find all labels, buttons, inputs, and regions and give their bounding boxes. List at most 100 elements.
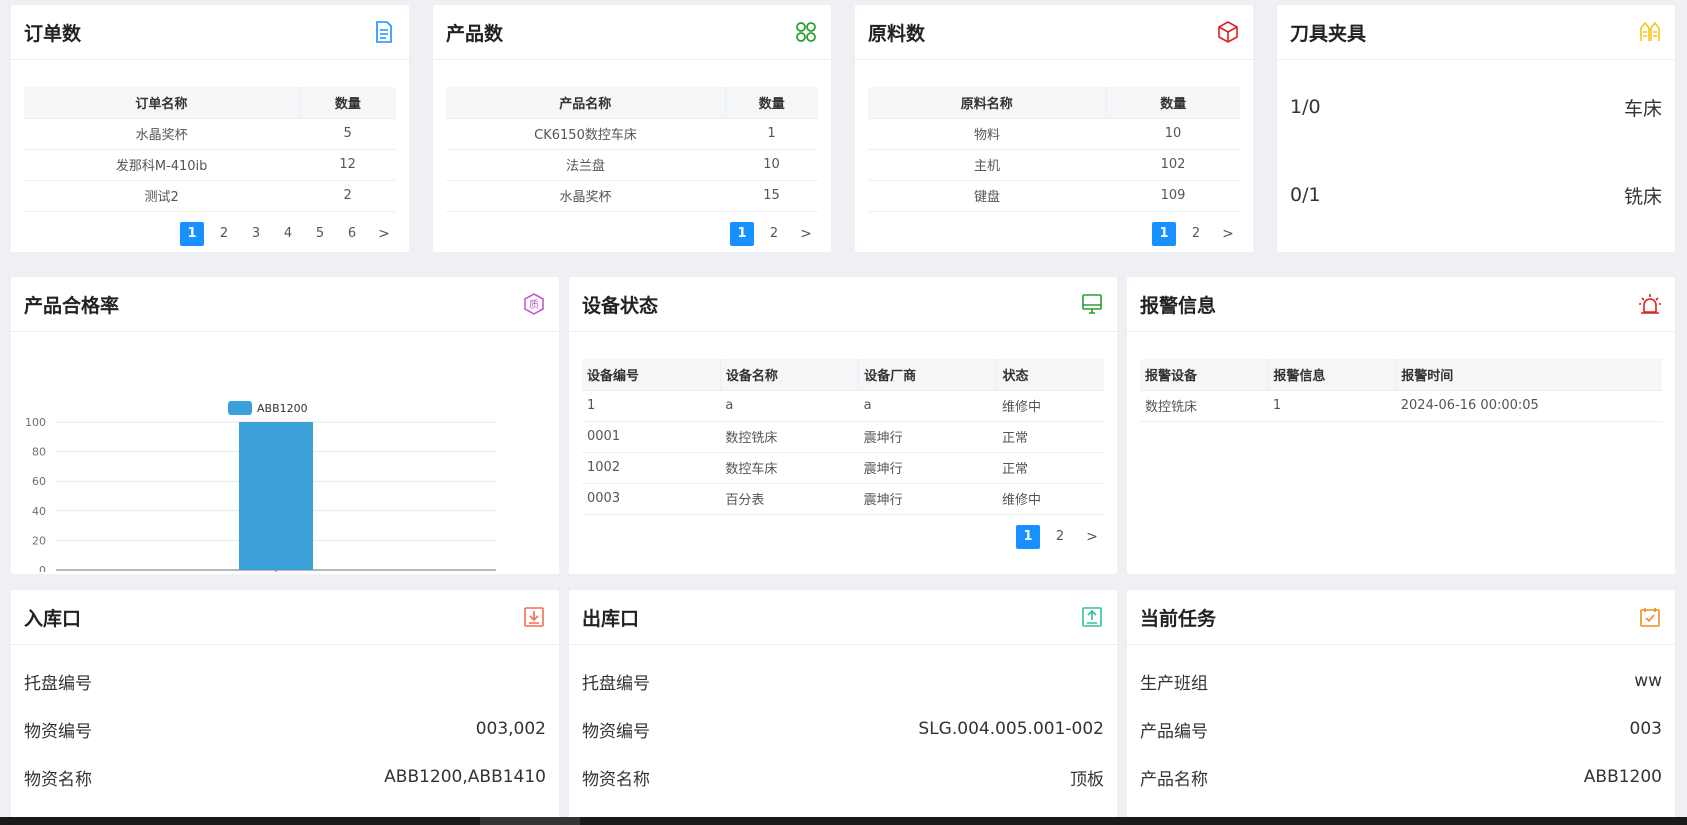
material-qty: 102 xyxy=(1106,149,1240,181)
devices-col-id: 设备编号 xyxy=(582,359,721,391)
table-row[interactable]: 1 a a 维修中 xyxy=(582,390,1104,422)
tool-mill-value: 0/1 xyxy=(1290,184,1321,206)
alarm-device: 数控铣床 xyxy=(1140,390,1268,422)
tools-icon xyxy=(1640,21,1660,41)
table-row[interactable]: 0003 百分表 震坤行 维修中 xyxy=(582,483,1104,515)
scrollbar-thumb[interactable] xyxy=(480,817,580,825)
devices-card: 设备状态 设备编号 设备名称 设备厂商 状态 1 a a 维修中 0001 数控铣床 震坤… xyxy=(569,277,1117,574)
table-row[interactable]: 发那科M-410ib 12 xyxy=(24,149,396,181)
quality-card: 产品合格率 质 0204060801002024-09-25 ABB1200 xyxy=(11,277,559,574)
quality-badge-icon: 质 xyxy=(524,293,544,315)
orders-header: 订单数 xyxy=(11,5,409,60)
y-tick-label: 0 xyxy=(39,564,46,572)
outbound-material-id-value: SLG.004.005.001-002 xyxy=(918,719,1104,739)
page-6-button[interactable]: 6 xyxy=(340,222,364,246)
table-row[interactable]: 法兰盘 10 xyxy=(446,149,818,181)
tool-row-lathe: 1/0 车床 xyxy=(1277,87,1675,127)
orders-col-qty: 数量 xyxy=(299,87,396,119)
material-name: 键盘 xyxy=(868,180,1107,212)
task-product-id-label: 产品编号 xyxy=(1140,721,1208,742)
device-vendor: a xyxy=(858,390,997,422)
product-name: CK6150数控车床 xyxy=(446,118,725,150)
products-header: 产品数 xyxy=(433,5,831,60)
page-2-button[interactable]: 2 xyxy=(1184,222,1208,246)
calendar-check-icon xyxy=(1640,608,1660,627)
table-row[interactable]: 水晶奖杯 15 xyxy=(446,180,818,212)
inbound-card: 入库口 托盘编号 物资编号 003,002 物资名称 ABB1200,ABB14… xyxy=(11,590,559,818)
product-qty: 15 xyxy=(725,180,818,212)
tools-card: 刀具夹具 1/0 车床 0/1 铣床 xyxy=(1277,5,1675,252)
table-row[interactable]: 键盘 109 xyxy=(868,180,1240,212)
device-status: 维修中 xyxy=(996,390,1104,422)
y-tick-label: 20 xyxy=(32,534,46,547)
tools-header: 刀具夹具 xyxy=(1277,5,1675,60)
table-row[interactable]: CK6150数控车床 1 xyxy=(446,118,818,150)
page-2-button[interactable]: 2 xyxy=(1048,525,1072,549)
materials-title: 原料数 xyxy=(868,22,926,45)
chart-bars xyxy=(239,422,313,570)
task-product-id-value: 003 xyxy=(1629,719,1662,739)
devices-pagination: 1 2 > xyxy=(569,524,1117,549)
material-qty: 109 xyxy=(1106,180,1240,212)
page-1-button[interactable]: 1 xyxy=(180,221,204,246)
next-page-button[interactable]: > xyxy=(372,222,396,246)
next-page-button[interactable]: > xyxy=(794,222,818,246)
page-1-button[interactable]: 1 xyxy=(730,221,754,246)
page-4-button[interactable]: 4 xyxy=(276,222,300,246)
table-row[interactable]: 主机 102 xyxy=(868,149,1240,181)
table-row[interactable]: 水晶奖杯 5 xyxy=(24,118,396,150)
page-2-button[interactable]: 2 xyxy=(762,222,786,246)
devices-col-name: 设备名称 xyxy=(720,359,860,391)
table-row[interactable]: 数控铣床 1 2024-06-16 00:00:05 xyxy=(1140,390,1662,422)
task-row-product-id: 产品编号 003 xyxy=(1127,717,1675,742)
device-id: 1002 xyxy=(582,452,721,484)
horizontal-scrollbar[interactable] xyxy=(0,817,1687,825)
inbound-header: 入库口 xyxy=(11,590,559,645)
devices-col-vendor: 设备厂商 xyxy=(858,359,998,391)
table-row[interactable]: 1002 数控车床 震坤行 正常 xyxy=(582,452,1104,484)
page-1-button[interactable]: 1 xyxy=(1016,524,1040,549)
products-card: 产品数 产品名称 数量 CK6150数控车床 1 法兰盘 10 水晶奖杯 15 1 2… xyxy=(433,5,831,252)
outbound-row-material-name: 物资名称 顶板 xyxy=(569,765,1117,790)
quality-header: 产品合格率 质 xyxy=(11,277,559,332)
order-name: 水晶奖杯 xyxy=(24,118,300,150)
products-title: 产品数 xyxy=(446,22,504,45)
material-name: 物料 xyxy=(868,118,1107,150)
inbound-material-id-value: 003,002 xyxy=(475,719,546,739)
alarm-info: 1 xyxy=(1267,390,1396,422)
download-tray-icon xyxy=(524,607,544,627)
page-5-button[interactable]: 5 xyxy=(308,222,332,246)
inbound-material-name-label: 物资名称 xyxy=(24,769,92,790)
alarms-table: 报警设备 报警信息 报警时间 数控铣床 1 2024-06-16 00:00:05 xyxy=(1140,359,1662,422)
inbound-material-id-label: 物资编号 xyxy=(24,721,92,742)
page-3-button[interactable]: 3 xyxy=(244,222,268,246)
outbound-material-name-value: 顶板 xyxy=(1070,769,1104,790)
tool-lathe-label: 车床 xyxy=(1623,97,1662,120)
page-1-button[interactable]: 1 xyxy=(1152,221,1176,246)
y-tick-label: 60 xyxy=(32,475,46,488)
products-col-name: 产品名称 xyxy=(446,87,726,119)
alarm-time: 2024-06-16 00:00:05 xyxy=(1395,390,1662,422)
table-row[interactable]: 测试2 2 xyxy=(24,180,396,212)
alarms-title: 报警信息 xyxy=(1140,294,1217,317)
product-name: 水晶奖杯 xyxy=(446,180,725,212)
outbound-card: 出库口 托盘编号 物资编号 SLG.004.005.001-002 物资名称 顶… xyxy=(569,590,1117,818)
y-tick-label: 80 xyxy=(32,446,46,459)
materials-col-name: 原料名称 xyxy=(868,87,1107,119)
task-header: 当前任务 xyxy=(1127,590,1675,645)
table-row[interactable]: 物料 10 xyxy=(868,118,1240,150)
alarms-card: 报警信息 报警设备 报警信息 报警时间 数控铣床 1 2024-06-16 00:0… xyxy=(1127,277,1675,574)
next-page-button[interactable]: > xyxy=(1080,525,1104,549)
page-2-button[interactable]: 2 xyxy=(212,222,236,246)
orders-pagination: 1 2 3 4 5 6 > xyxy=(11,221,409,246)
next-page-button[interactable]: > xyxy=(1216,222,1240,246)
chart-legend: ABB1200 xyxy=(228,401,308,415)
device-vendor: 震坤行 xyxy=(858,452,997,484)
table-row[interactable]: 0001 数控铣床 震坤行 正常 xyxy=(582,421,1104,453)
device-status: 维修中 xyxy=(996,483,1104,515)
quality-bar-chart: 0204060801002024-09-25 ABB1200 xyxy=(25,401,496,572)
orders-table: 订单名称 数量 水晶奖杯 5 发那科M-410ib 12 测试2 2 xyxy=(24,87,396,212)
tools-title: 刀具夹具 xyxy=(1290,22,1367,45)
materials-card: 原料数 原料名称 数量 物料 10 主机 102 键盘 109 1 2 > xyxy=(855,5,1253,252)
chart-bar xyxy=(239,422,313,570)
